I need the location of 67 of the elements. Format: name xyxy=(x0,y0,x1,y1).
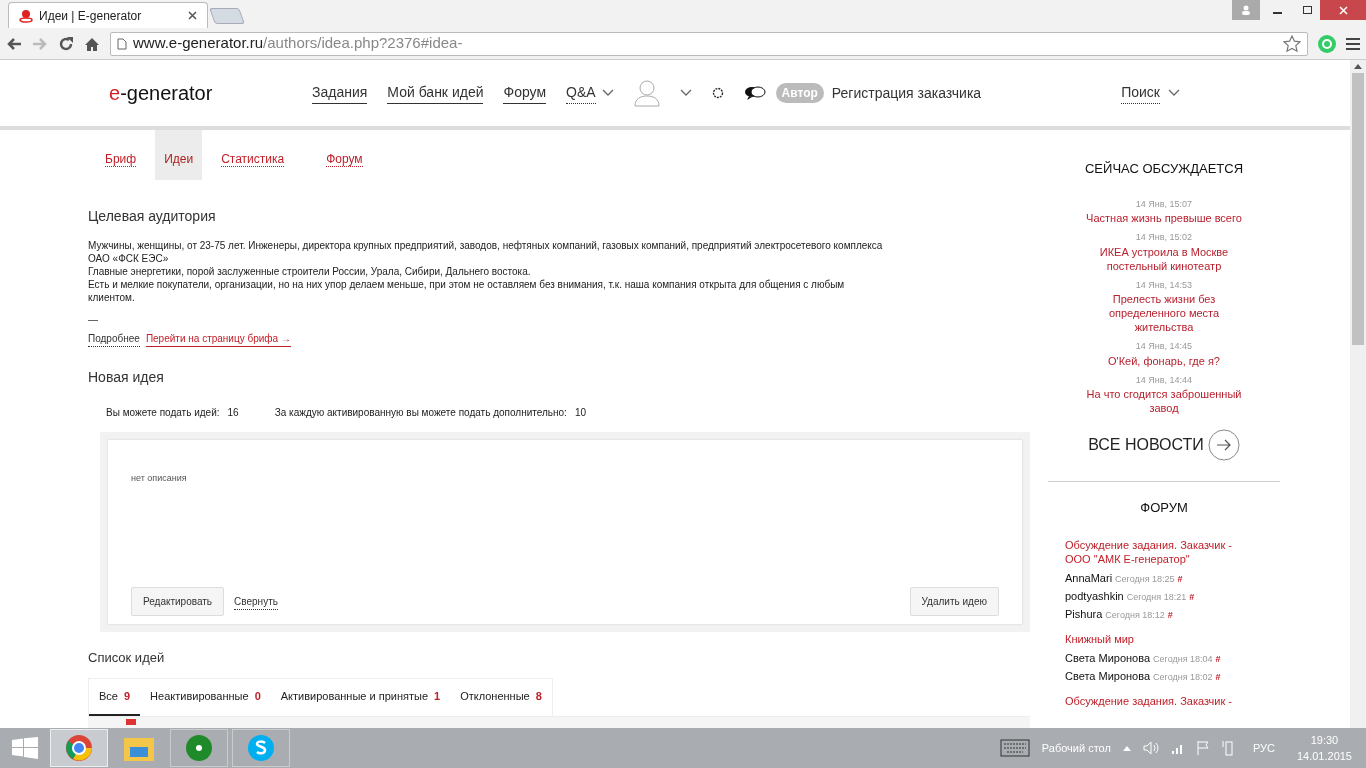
post-author[interactable]: Света Миронова xyxy=(1065,667,1151,684)
news-time: 14 Янв, 14:44 xyxy=(1135,373,1193,387)
more-link[interactable]: Подробнее xyxy=(88,331,140,347)
news-time: 14 Янв, 15:02 xyxy=(1135,231,1193,244)
address-bar[interactable]: www.e-generator.ru/authors/idea.php?2376#idea- xyxy=(110,31,1308,56)
news-time: 14 Янв, 15:07 xyxy=(1135,197,1193,211)
sub-tab[interactable]: Форум xyxy=(317,130,372,180)
post-author[interactable]: AnnaMari xyxy=(1065,569,1113,586)
sub-tab[interactable]: Бриф xyxy=(96,130,146,180)
url-text: www.e-generator.ru/authors/idea.php?2376#idea- xyxy=(133,33,464,54)
post-author[interactable]: podtyashkin xyxy=(1065,587,1124,604)
sidebar-title: ФОРУМ xyxy=(1139,499,1189,517)
post-author[interactable]: Света Миронова xyxy=(1065,649,1151,666)
filter-tab[interactable]: Активированные и принятые 1 xyxy=(270,678,451,716)
post-anchor-link[interactable]: # xyxy=(1177,572,1183,586)
news-link[interactable]: О'Кей, фонарь, где я? xyxy=(1108,353,1220,368)
quota-label: За каждую активированную вы можете подать дополнительно: xyxy=(274,406,567,420)
sub-tab[interactable]: Статистика xyxy=(212,130,294,180)
nav-link[interactable]: Мой банк идей xyxy=(387,82,484,104)
audience-text: Мужчины, женщины, от 23-75 лет. Инженеры, директора крупных предприятий, заводов, нефтяных компаний, газовых компаний, предприятий электросетевого комплекса ОАО «ФСК ЕЭС» xyxy=(88,239,884,265)
browser-tab[interactable]: Идеи | E-generator xyxy=(8,2,208,28)
section-title: Список идей xyxy=(88,649,166,667)
news-link[interactable]: На что сгодится заброшенный завод xyxy=(1084,387,1244,415)
post-time: Сегодня 18:21 xyxy=(1126,590,1187,604)
nav-link[interactable]: Форум xyxy=(503,82,546,104)
search-link[interactable]: Поиск xyxy=(1121,82,1160,104)
news-link[interactable]: ИКЕА устроила в Москве постельный кинотеатр xyxy=(1084,244,1244,273)
sidebar-title: СЕЙЧАС ОБСУЖДАЕТСЯ xyxy=(1084,160,1244,178)
role-badge: Автор xyxy=(775,83,824,103)
idea-description: нет описания xyxy=(131,472,188,485)
forum-topic-link[interactable]: Обсуждение задания. Заказчик - xyxy=(1065,693,1280,708)
edit-button[interactable]: Редактировать xyxy=(131,587,225,616)
post-time: Сегодня 18:25 xyxy=(1115,572,1175,586)
delete-idea-button[interactable]: Удалить идею xyxy=(909,587,999,616)
post-anchor-link[interactable]: # xyxy=(1189,590,1195,604)
forum-topic-link[interactable]: Обсуждение задания. Заказчик - ООО "АМК Е-генератор" xyxy=(1065,537,1280,566)
quota-label: Вы можете подать идей: xyxy=(106,406,220,420)
news-link[interactable]: Частная жизнь превыше всего xyxy=(1086,211,1242,225)
section-title: Целевая аудитория xyxy=(88,207,217,226)
section-title: Новая идея xyxy=(88,368,165,387)
all-news-link[interactable]: ВСЕ НОВОСТИ xyxy=(1088,433,1204,457)
nav-link[interactable]: Q&A xyxy=(566,82,596,104)
dash-text: — xyxy=(88,313,99,327)
news-link[interactable]: Прелесть жизни без определенного места жительства xyxy=(1084,292,1244,334)
post-time: Сегодня 18:12 xyxy=(1105,608,1165,622)
post-anchor-link[interactable]: # xyxy=(1215,670,1221,684)
tab-title: Идеи | E-generator xyxy=(39,7,143,25)
brief-page-link[interactable]: Перейти на страницу брифа → xyxy=(145,331,291,347)
news-time: 14 Янв, 14:53 xyxy=(1135,278,1193,292)
audience-text: Главные энергетики, порой заслуженные строители России, Урала, Сибири, Дальнего востока. xyxy=(88,265,532,278)
post-anchor-link[interactable]: # xyxy=(1167,608,1173,622)
audience-text: Есть и мелкие покупатели, организации, но на них упор делаем меньше, при этом не оставляем без внимания, т.к. наша компания открыта для общения с любым клиентом. xyxy=(88,278,846,304)
collapse-link[interactable]: Свернуть xyxy=(234,593,278,610)
forum-topic-link[interactable]: Книжный мир xyxy=(1065,631,1280,646)
post-time: Сегодня 18:04 xyxy=(1153,652,1213,666)
post-author[interactable]: Pishura xyxy=(1065,605,1103,622)
post-time: Сегодня 18:02 xyxy=(1153,670,1213,684)
news-time: 14 Янв, 14:45 xyxy=(1135,340,1193,353)
post-anchor-link[interactable]: # xyxy=(1215,652,1221,666)
nav-link[interactable]: Задания xyxy=(312,82,368,104)
quota-value: 16 xyxy=(227,406,239,420)
quota-value: 10 xyxy=(574,406,586,420)
filter-tab[interactable]: Неактивированные 0 xyxy=(140,678,271,716)
register-link[interactable]: Регистрация заказчика xyxy=(831,82,982,104)
site-logo[interactable]: e-generator xyxy=(109,78,312,108)
sub-tab[interactable]: Идеи xyxy=(155,130,203,180)
filter-tab[interactable]: Отклоненные 8 xyxy=(450,678,552,716)
